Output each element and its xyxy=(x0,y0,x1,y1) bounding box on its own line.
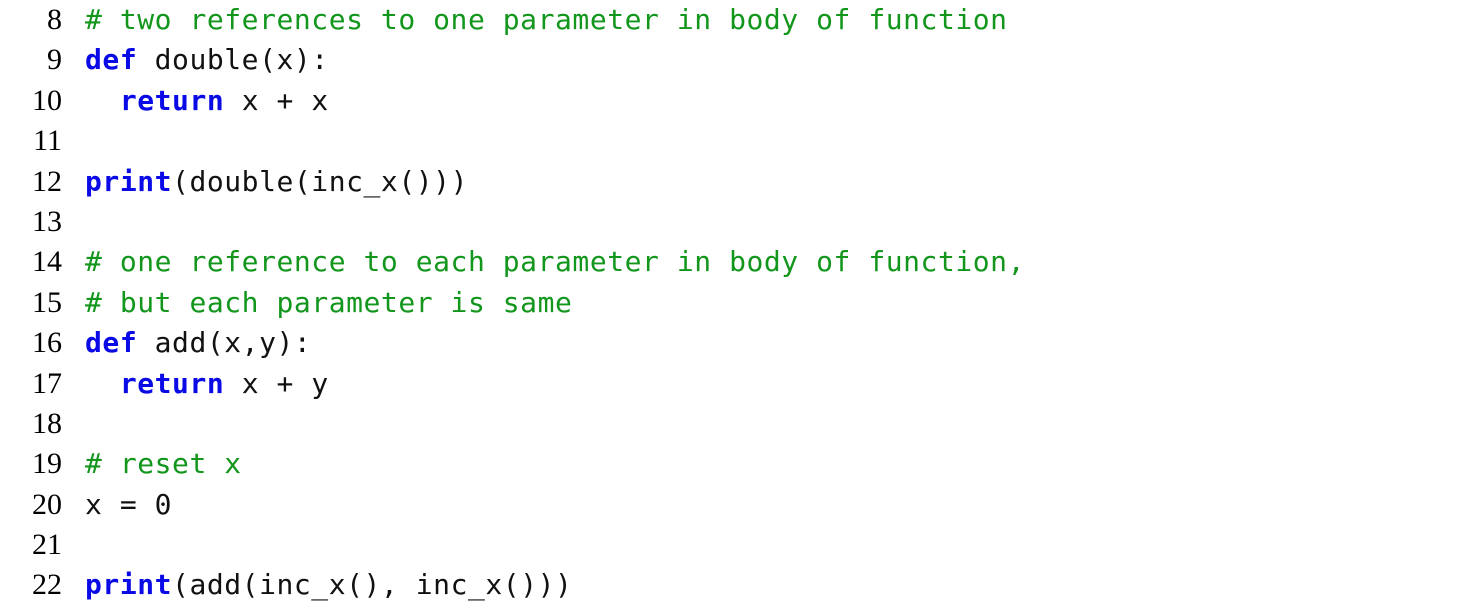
line-number: 16 xyxy=(32,326,62,360)
code-line: 13 xyxy=(0,202,1470,242)
token-plain: x + x xyxy=(224,83,329,117)
line-number: 21 xyxy=(32,528,62,562)
token-plain: add(x,y): xyxy=(137,326,312,360)
code-line: 18 xyxy=(0,404,1470,444)
line-content: # reset x xyxy=(62,444,1470,484)
line-number: 17 xyxy=(32,366,62,400)
code-line: 9 def double(x): xyxy=(0,40,1470,80)
line-content: # but each parameter is same xyxy=(62,283,1470,323)
line-number: 19 xyxy=(32,447,62,481)
token-plain: x = 0 xyxy=(85,487,173,521)
code-line: 15 # but each parameter is same xyxy=(0,283,1470,323)
line-number: 22 xyxy=(32,568,62,602)
line-number: 9 xyxy=(47,43,62,77)
line-content: return x + x xyxy=(62,81,1470,121)
code-line: 22 print(add(inc_x(), inc_x())) xyxy=(0,565,1470,605)
code-line: 19 # reset x xyxy=(0,444,1470,484)
line-number: 18 xyxy=(32,406,62,440)
code-line: 14 # one reference to each parameter in b… xyxy=(0,242,1470,282)
line-content: def double(x): xyxy=(62,40,1470,80)
code-line: 10 return x + x xyxy=(0,81,1470,121)
token-keyword: print xyxy=(85,568,173,602)
token-keyword: return xyxy=(119,83,225,117)
code-line: 11 xyxy=(0,121,1470,161)
code-listing: 8 # two references to one parameter in bo… xyxy=(0,0,1470,611)
token-comment: # reset x xyxy=(85,447,242,481)
line-content: # one reference to each parameter in bod… xyxy=(62,242,1470,282)
line-number: 8 xyxy=(47,3,62,36)
line-content: # two references to one parameter in bod… xyxy=(62,0,1470,40)
line-number: 15 xyxy=(32,285,62,319)
code-line: 8 # two references to one parameter in bo… xyxy=(0,0,1470,40)
line-content: print(add(inc_x(), inc_x())) xyxy=(62,565,1470,605)
line-content: return x + y xyxy=(62,364,1470,404)
line-number: 10 xyxy=(32,83,62,117)
line-content: def add(x,y): xyxy=(62,323,1470,363)
code-line: 12 print(double(inc_x())) xyxy=(0,162,1470,202)
line-number: 13 xyxy=(32,204,62,238)
token-plain: (double(inc_x())) xyxy=(172,164,468,198)
code-line: 20 x = 0 xyxy=(0,485,1470,525)
token-plain: double(x): xyxy=(137,43,329,77)
token-keyword: print xyxy=(85,164,173,198)
token-keyword: return xyxy=(119,366,225,400)
token-plain: (add(inc_x(), inc_x())) xyxy=(172,568,573,602)
line-content: print(double(inc_x())) xyxy=(62,162,1470,202)
token-comment: # but each parameter is same xyxy=(85,285,573,319)
line-number: 12 xyxy=(32,164,62,198)
token-comment: # one reference to each parameter in bod… xyxy=(85,245,1026,279)
token-keyword: def xyxy=(85,326,138,360)
token-comment: # two references to one parameter in bod… xyxy=(85,3,1008,36)
code-line: 21 xyxy=(0,525,1470,565)
line-content: x = 0 xyxy=(62,485,1470,525)
code-line: 16 def add(x,y): xyxy=(0,323,1470,363)
line-number: 20 xyxy=(32,487,62,521)
token-plain: x + y xyxy=(224,366,329,400)
line-number: 14 xyxy=(32,245,62,279)
token-keyword: def xyxy=(85,43,138,77)
line-number: 11 xyxy=(33,124,62,158)
code-line: 17 return x + y xyxy=(0,364,1470,404)
